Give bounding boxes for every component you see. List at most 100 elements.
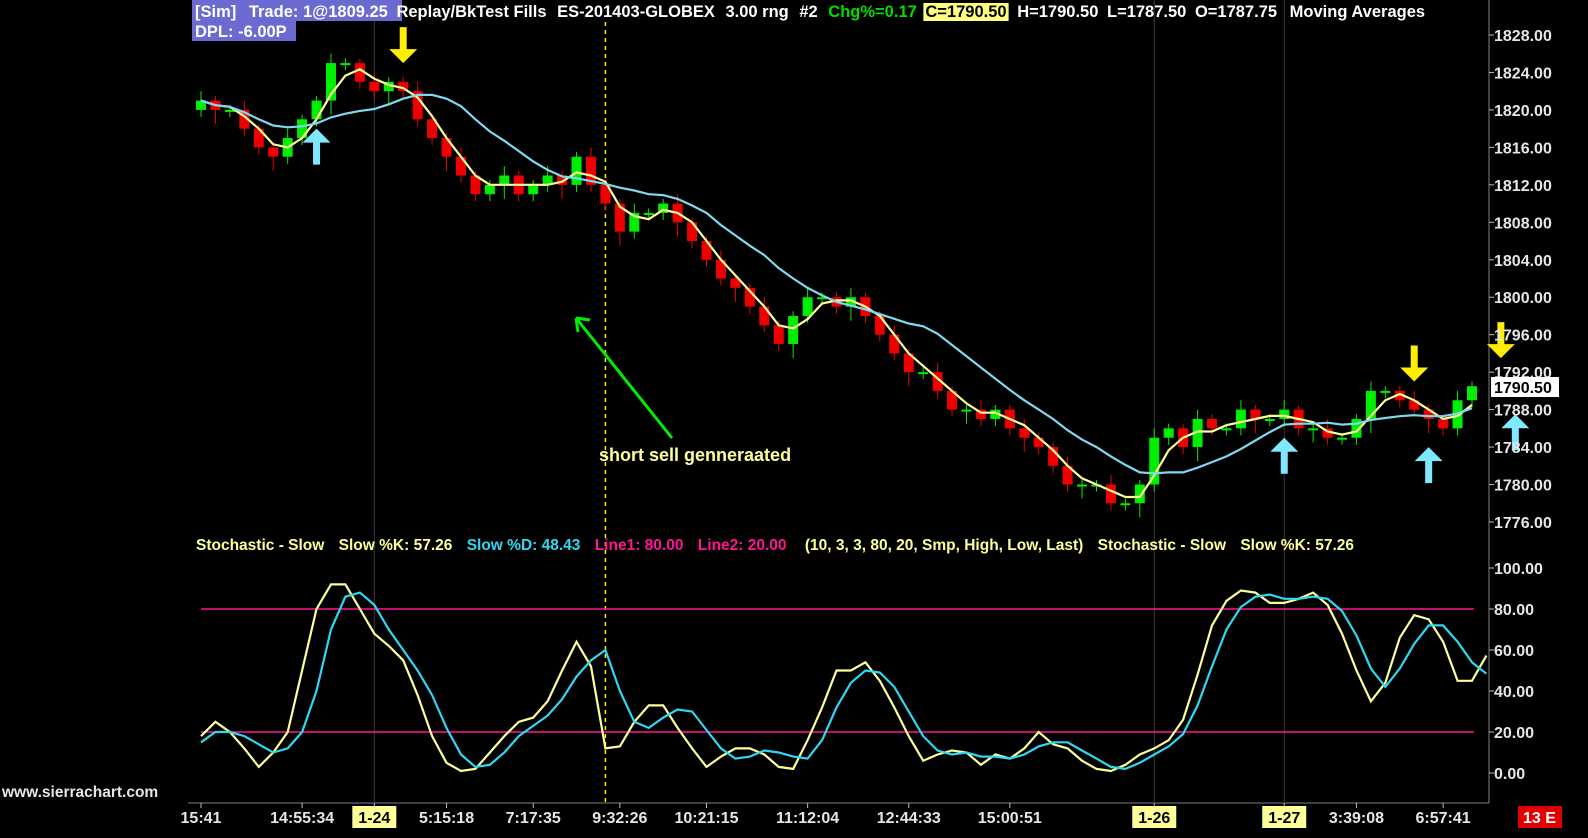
stochastic-axis-label: 0.00: [1494, 766, 1525, 783]
close-value: C=1790.50: [925, 3, 1006, 21]
sell-signal-arrow: [1400, 345, 1429, 382]
stoch-line1: Line1: 80.00: [595, 537, 684, 554]
price-axis-label: 1808.00: [1494, 215, 1552, 232]
open-value: O=1787.75: [1195, 3, 1277, 21]
bottom-right-badge: 13 E: [1523, 810, 1556, 827]
candle-body: [268, 147, 279, 157]
price-axis-label: 1800.00: [1494, 290, 1552, 307]
candle-body: [1120, 503, 1131, 506]
low-value: L=1787.50: [1107, 3, 1186, 21]
stoch-k-value: Slow %K: 57.26: [339, 537, 453, 554]
high-value: H=1790.50: [1017, 3, 1098, 21]
time-axis: 15:41 14:55:34 1-24 5:15:18 7:17:35 9:32:26 10…: [181, 803, 1471, 828]
candle-body: [918, 372, 929, 375]
price-axis-label: 1796.00: [1494, 328, 1552, 345]
dpl-label: DPL: -6.00P: [195, 23, 287, 41]
stochastic-axis-label: 20.00: [1494, 725, 1534, 742]
trade-label: Trade: 1@1809.25: [249, 3, 388, 21]
stoch-name-repeat: Stochastic - Slow: [1098, 537, 1227, 554]
price-axis-label: 1776.00: [1494, 515, 1552, 532]
price-plot[interactable]: [196, 27, 1530, 518]
time-axis-label: 7:17:35: [506, 810, 561, 827]
stoch-name: Stochastic - Slow: [196, 537, 325, 554]
mode-label: Replay/BkTest Fills: [396, 3, 546, 21]
candle-body: [773, 325, 784, 345]
price-axis-label: 1828.00: [1494, 28, 1552, 45]
symbol-label: ES-201403-GLOBEX: [557, 3, 715, 21]
stochastic-header: Stochastic - Slow Slow %K: 57.26 Slow %D…: [196, 537, 1354, 554]
trading-chart[interactable]: 1828.00 1824.00 1820.00 1816.00 1812.00 1808.…: [0, 0, 1588, 838]
candle-body: [643, 212, 654, 215]
price-axis-label: 1804.00: [1494, 253, 1552, 270]
stochastic-axis: 100.00 80.00 60.00 40.00 20.00 0.00: [1489, 561, 1543, 783]
price-axis-label: 1780.00: [1494, 478, 1552, 495]
annotation-arrow: [574, 316, 674, 439]
price-axis-label: 1820.00: [1494, 103, 1552, 120]
stoch-d-value: Slow %D: 48.43: [467, 537, 581, 554]
axis-mask: [1490, 535, 1588, 555]
stochastic-axis-label: 80.00: [1494, 602, 1534, 619]
candle-body: [1337, 437, 1348, 440]
moving-average-fast-line: [200, 68, 1473, 499]
stochastic-axis-label: 60.00: [1494, 643, 1534, 660]
stoch-params: (10, 3, 3, 80, 20, Smp, High, Low, Last): [805, 537, 1084, 554]
candle-body: [311, 100, 322, 120]
date-label: 1-27: [1268, 810, 1300, 827]
candle-body: [1438, 418, 1449, 429]
range-label: 3.00 rng: [725, 3, 788, 21]
candle-body: [571, 156, 582, 185]
price-axis-label: 1824.00: [1494, 65, 1552, 82]
stochastic-d-line: [200, 591, 1488, 771]
candle-body: [340, 63, 351, 66]
candle-body: [484, 184, 495, 195]
date-label: 1-24: [358, 810, 390, 827]
time-axis-label: 10:21:15: [674, 810, 738, 827]
buy-signal-arrow: [1414, 447, 1443, 484]
chart-grid: [373, 0, 1285, 803]
stoch-line2: Line2: 20.00: [698, 537, 787, 554]
stochastic-plot[interactable]: [200, 583, 1488, 773]
sim-label: [Sim]: [195, 3, 236, 21]
candle-body: [1149, 437, 1160, 485]
chart-header: [Sim] Trade: 1@1809.25 Replay/BkTest Fil…: [195, 3, 1425, 21]
candle-body: [1077, 484, 1088, 487]
time-axis-label: 11:12:04: [776, 810, 839, 827]
change-percent: Chg%=0.17: [828, 3, 917, 21]
sell-signal-arrow: [389, 27, 418, 64]
time-axis-label: 5:15:18: [419, 810, 474, 827]
candle-body: [1264, 418, 1275, 421]
stochastic-axis-label: 40.00: [1494, 684, 1534, 701]
candle-body: [788, 315, 799, 345]
annotation-arrow-shaft: [574, 317, 674, 439]
chart-number: #2: [799, 3, 817, 21]
candle-body: [802, 297, 813, 316]
price-axis-label: 1812.00: [1494, 178, 1552, 195]
date-label: 1-26: [1138, 810, 1170, 827]
time-axis-label: 15:41: [181, 810, 222, 827]
candle-body: [1235, 409, 1246, 429]
price-axis: 1828.00 1824.00 1820.00 1816.00 1812.00 1808.…: [1489, 28, 1552, 532]
buy-signal-arrow: [1270, 437, 1299, 474]
annotation-text: short sell genneraated: [599, 445, 791, 465]
time-axis-label: 14:55:34: [270, 810, 334, 827]
candle-body: [369, 81, 380, 92]
candle-body: [1207, 418, 1218, 429]
candle-body: [961, 409, 972, 412]
stoch-k-value-repeat: Slow %K: 57.26: [1240, 537, 1354, 554]
price-axis-label: 1788.00: [1494, 403, 1552, 420]
last-price-label: 1790.50: [1494, 380, 1552, 397]
candle-body: [1019, 428, 1030, 438]
candle-body: [1308, 428, 1319, 431]
time-axis-label: 12:44:33: [877, 810, 941, 827]
stochastic-axis-label: 100.00: [1494, 561, 1543, 578]
candle-body: [1221, 428, 1232, 431]
time-axis-label: 6:57:41: [1416, 810, 1471, 827]
stochastic-k-line: [200, 583, 1488, 773]
study-name: Moving Averages: [1290, 3, 1425, 21]
time-axis-label: 3:39:08: [1329, 810, 1384, 827]
candle-body: [1467, 386, 1477, 401]
time-axis-label: 9:32:26: [592, 810, 647, 827]
candle-body: [528, 184, 539, 195]
candle-body: [1105, 484, 1116, 504]
time-axis-label: 15:00:51: [978, 810, 1042, 827]
